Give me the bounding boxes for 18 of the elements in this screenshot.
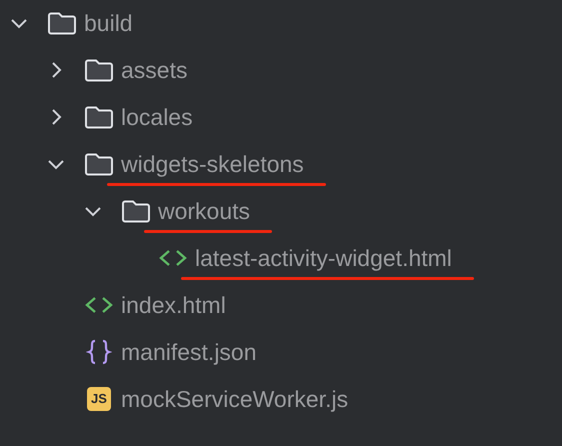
code-brackets-icon [159,248,187,266]
file-name[interactable]: build [84,10,133,36]
file-name[interactable]: index.html [121,292,226,318]
js-file-icon: JS [87,386,111,410]
folder-icon [122,198,150,222]
file-name[interactable]: latest-activity-widget.html [195,244,452,270]
file-name[interactable]: mockServiceWorker.js [121,386,348,412]
file-name[interactable]: widgets-skeletons [121,150,304,176]
curly-braces-icon [86,338,112,364]
folder-icon [85,58,113,82]
file-name[interactable]: locales [121,104,193,130]
folder-icon [48,10,76,34]
file-name[interactable]: manifest.json [121,338,257,364]
file-name[interactable]: workouts [158,198,250,224]
code-brackets-icon [85,296,113,314]
folder-icon [85,104,113,128]
file-name[interactable]: assets [121,56,188,82]
folder-icon [85,152,113,176]
